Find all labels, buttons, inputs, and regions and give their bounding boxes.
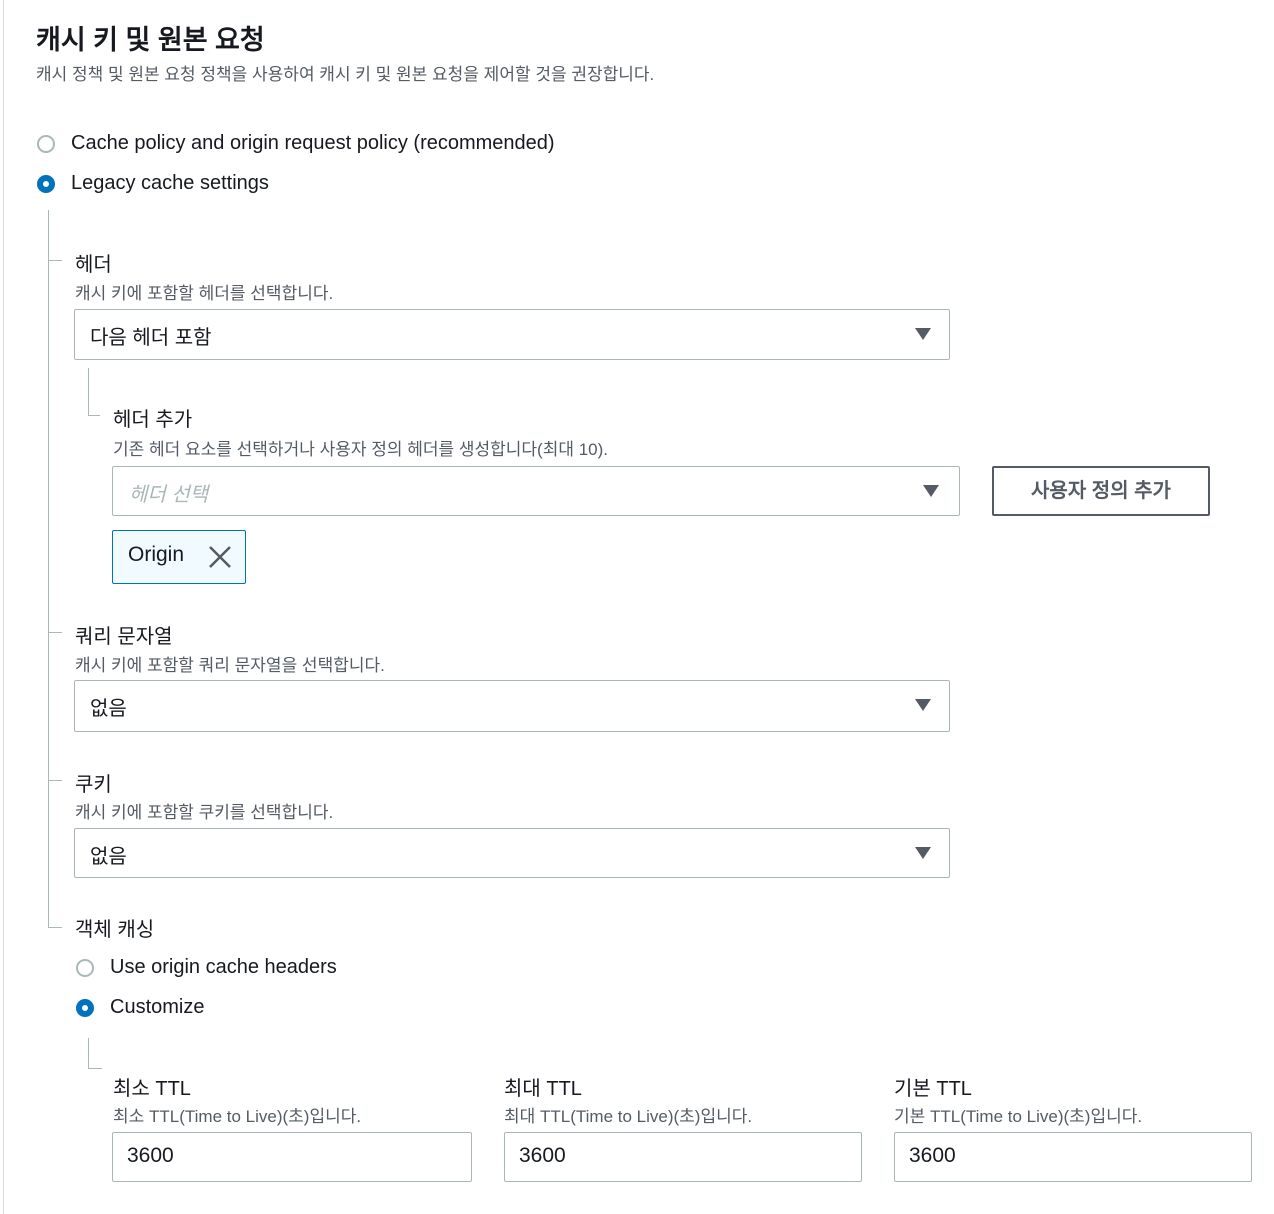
min-ttl-input[interactable]: 3600 [112,1132,472,1182]
tree-branch [48,260,62,261]
headers-select[interactable]: 다음 헤더 포함 [74,309,950,360]
tree-line [88,368,89,415]
tree-branch [48,780,62,781]
query-strings-label: 쿼리 문자열 [75,626,173,648]
headers-description: 캐시 키에 포함할 헤더를 선택합니다. [75,284,334,303]
radio-customize-label[interactable]: Customize [110,996,204,1019]
cookies-select[interactable]: 없음 [74,828,950,878]
tree-line [88,1038,89,1068]
radio-cache-policy[interactable] [37,135,55,153]
radio-legacy-cache[interactable] [37,175,55,193]
query-strings-description: 캐시 키에 포함할 쿼리 문자열을 선택합니다. [75,656,385,675]
panel-left-border [3,0,4,1214]
radio-customize[interactable] [76,999,94,1017]
add-custom-header-button[interactable]: 사용자 정의 추가 [992,466,1210,516]
header-token-label: Origin [128,543,185,566]
headers-select-value: 다음 헤더 포함 [90,327,212,349]
section-title: 캐시 키 및 원본 요청 [36,25,265,55]
default-ttl-input[interactable]: 3600 [894,1132,1252,1182]
tree-branch [88,1068,102,1069]
section-description: 캐시 정책 및 원본 요청 정책을 사용하여 캐시 키 및 원본 요청을 제어할… [36,65,655,84]
add-header-description: 기존 헤더 요소를 선택하거나 사용자 정의 헤더를 생성합니다(최대 10). [113,440,609,459]
header-select[interactable]: 헤더 선택 [112,466,960,516]
radio-cache-policy-label[interactable]: Cache policy and origin request policy (… [71,132,555,155]
close-icon[interactable] [208,545,232,569]
query-strings-select-value: 없음 [90,698,127,720]
radio-use-origin-cache-headers[interactable] [76,959,94,977]
query-strings-select[interactable]: 없음 [74,680,950,732]
cookies-label: 쿠키 [75,774,112,796]
tree-line [48,210,49,928]
tree-branch [88,415,100,416]
caret-down-icon [915,699,931,711]
max-ttl-label: 최대 TTL [504,1078,582,1100]
caret-down-icon [915,328,931,340]
default-ttl-label: 기본 TTL [894,1078,972,1100]
radio-use-origin-cache-headers-label[interactable]: Use origin cache headers [110,956,337,979]
caret-down-icon [923,485,939,497]
header-select-placeholder: 헤더 선택 [129,484,209,506]
max-ttl-input[interactable]: 3600 [504,1132,862,1182]
max-ttl-description: 최대 TTL(Time to Live)(초)입니다. [504,1107,753,1126]
headers-label: 헤더 [75,254,112,276]
header-token-origin: Origin [112,530,246,584]
tree-branch [48,632,62,633]
cookies-select-value: 없음 [90,846,127,868]
radio-legacy-cache-label[interactable]: Legacy cache settings [71,172,269,195]
min-ttl-label: 최소 TTL [113,1078,191,1100]
tree-branch [48,927,62,928]
min-ttl-description: 최소 TTL(Time to Live)(초)입니다. [113,1107,362,1126]
object-caching-label: 객체 캐싱 [75,919,155,941]
cookies-description: 캐시 키에 포함할 쿠키를 선택합니다. [75,803,334,822]
add-header-label: 헤더 추가 [113,409,193,431]
caret-down-icon [915,847,931,859]
default-ttl-description: 기본 TTL(Time to Live)(초)입니다. [894,1107,1143,1126]
